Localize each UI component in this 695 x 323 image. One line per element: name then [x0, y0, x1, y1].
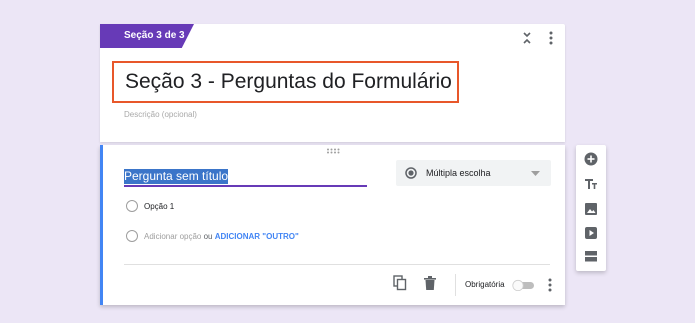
add-option-radio-icon	[126, 230, 138, 242]
add-option-conjunction: ou	[203, 232, 213, 241]
collapse-section-icon[interactable]	[520, 31, 534, 45]
title-text-icon[interactable]	[584, 177, 598, 191]
section-more-options-icon[interactable]	[544, 30, 558, 46]
add-question-icon[interactable]	[584, 152, 598, 166]
add-other-link[interactable]: ADICIONAR "OUTRO"	[215, 232, 299, 241]
footer-separator	[455, 274, 456, 296]
add-option-row: Adicionar opção ou ADICIONAR "OUTRO"	[144, 232, 299, 241]
add-option-link[interactable]: Adicionar opção	[144, 232, 201, 241]
section-title-input[interactable]: Seção 3 - Perguntas do Formulário	[112, 61, 459, 103]
radio-checked-icon	[405, 167, 417, 179]
question-title-underline	[124, 185, 367, 187]
option-label[interactable]: Opção 1	[144, 202, 174, 211]
question-type-label: Múltipla escolha	[426, 168, 491, 178]
question-more-options-icon[interactable]	[544, 277, 556, 293]
section-tab: Seção 3 de 3	[100, 24, 194, 48]
card-footer-divider	[124, 264, 550, 265]
option-radio-icon	[126, 200, 138, 212]
active-card-accent	[100, 145, 103, 305]
question-title-input[interactable]: Pergunta sem título	[124, 169, 229, 184]
video-icon[interactable]	[584, 226, 598, 240]
dropdown-arrow-icon	[531, 171, 540, 176]
drag-handle-icon[interactable]	[326, 148, 340, 154]
image-icon[interactable]	[584, 202, 598, 216]
required-toggle[interactable]	[512, 279, 535, 291]
section-icon[interactable]	[584, 249, 598, 263]
required-label: Obrigatória	[465, 280, 505, 289]
duplicate-icon[interactable]	[393, 275, 407, 291]
delete-icon[interactable]	[424, 276, 436, 290]
section-description-input[interactable]: Descrição (opcional)	[124, 110, 197, 119]
